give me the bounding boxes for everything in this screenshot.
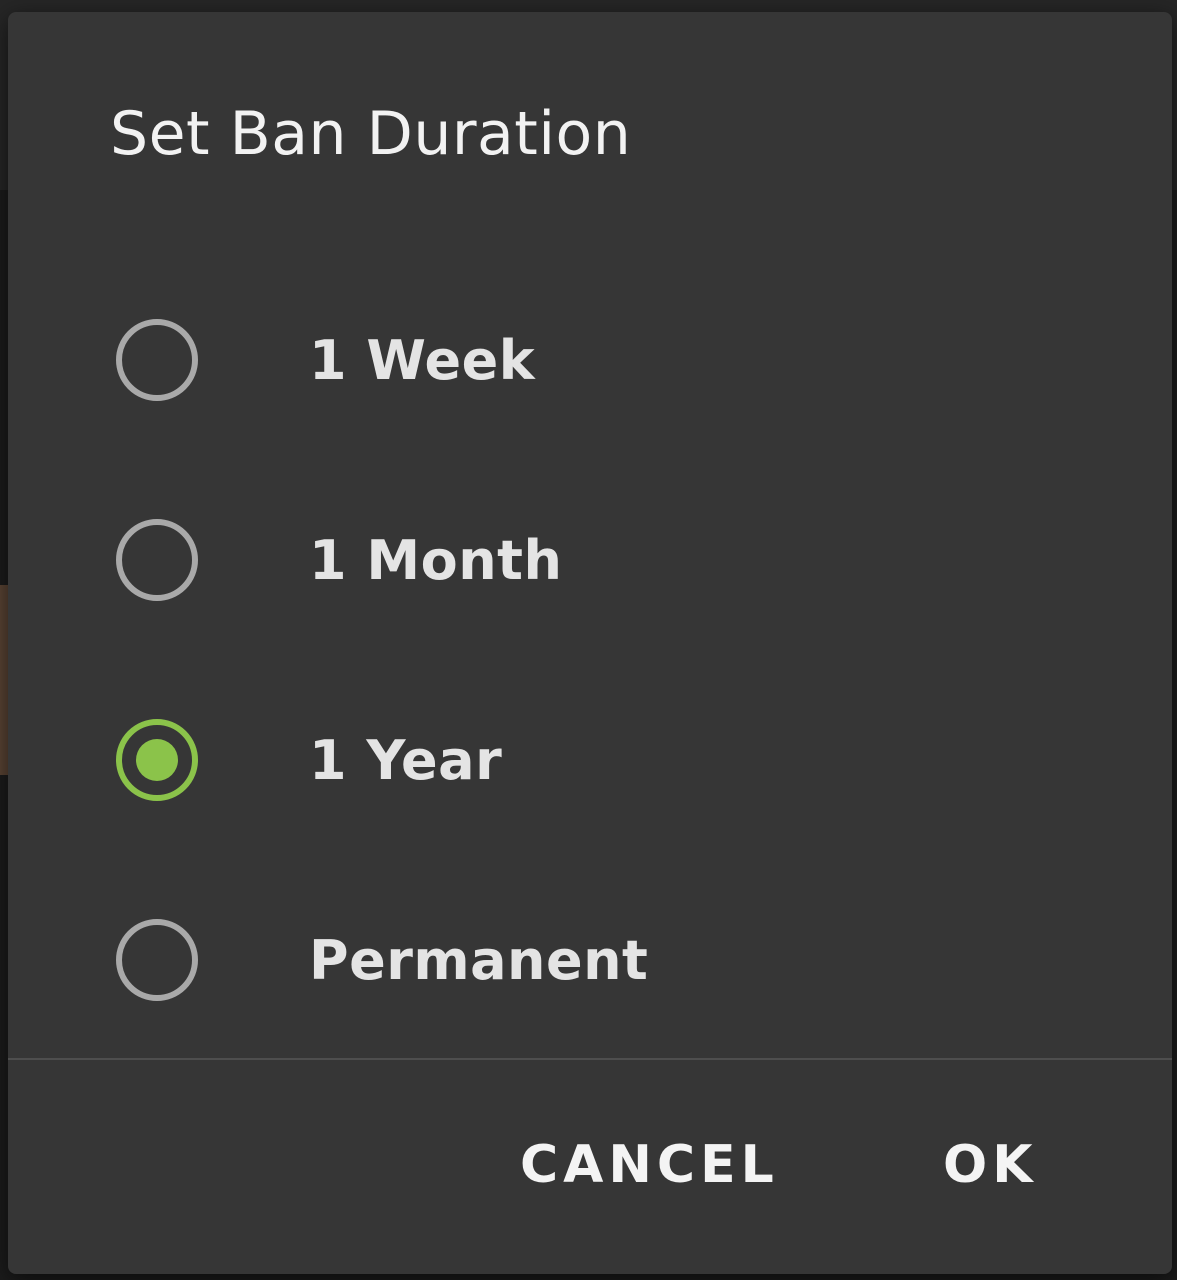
button-bar-divider [8,1058,1172,1060]
option-1-year[interactable]: 1 Year [8,660,1172,860]
ban-duration-dialog: Set Ban Duration 1 Week 1 Month 1 Year P… [8,12,1172,1274]
radio-dot [136,739,178,781]
duration-radio-group: 1 Week 1 Month 1 Year Permanent [8,260,1172,1060]
option-1-week[interactable]: 1 Week [8,260,1172,460]
option-label: 1 Month [309,528,563,592]
radio-checked-icon[interactable] [116,719,198,801]
ok-button[interactable]: OK [943,1130,1038,1200]
option-1-month[interactable]: 1 Month [8,460,1172,660]
option-label: 1 Year [309,728,503,792]
option-permanent[interactable]: Permanent [8,860,1172,1060]
radio-unchecked-icon[interactable] [116,919,198,1001]
option-label: 1 Week [309,328,536,392]
dialog-title: Set Ban Duration [110,99,632,169]
cancel-button[interactable]: CANCEL [520,1130,779,1200]
radio-unchecked-icon[interactable] [116,519,198,601]
radio-unchecked-icon[interactable] [116,319,198,401]
option-label: Permanent [309,928,649,992]
